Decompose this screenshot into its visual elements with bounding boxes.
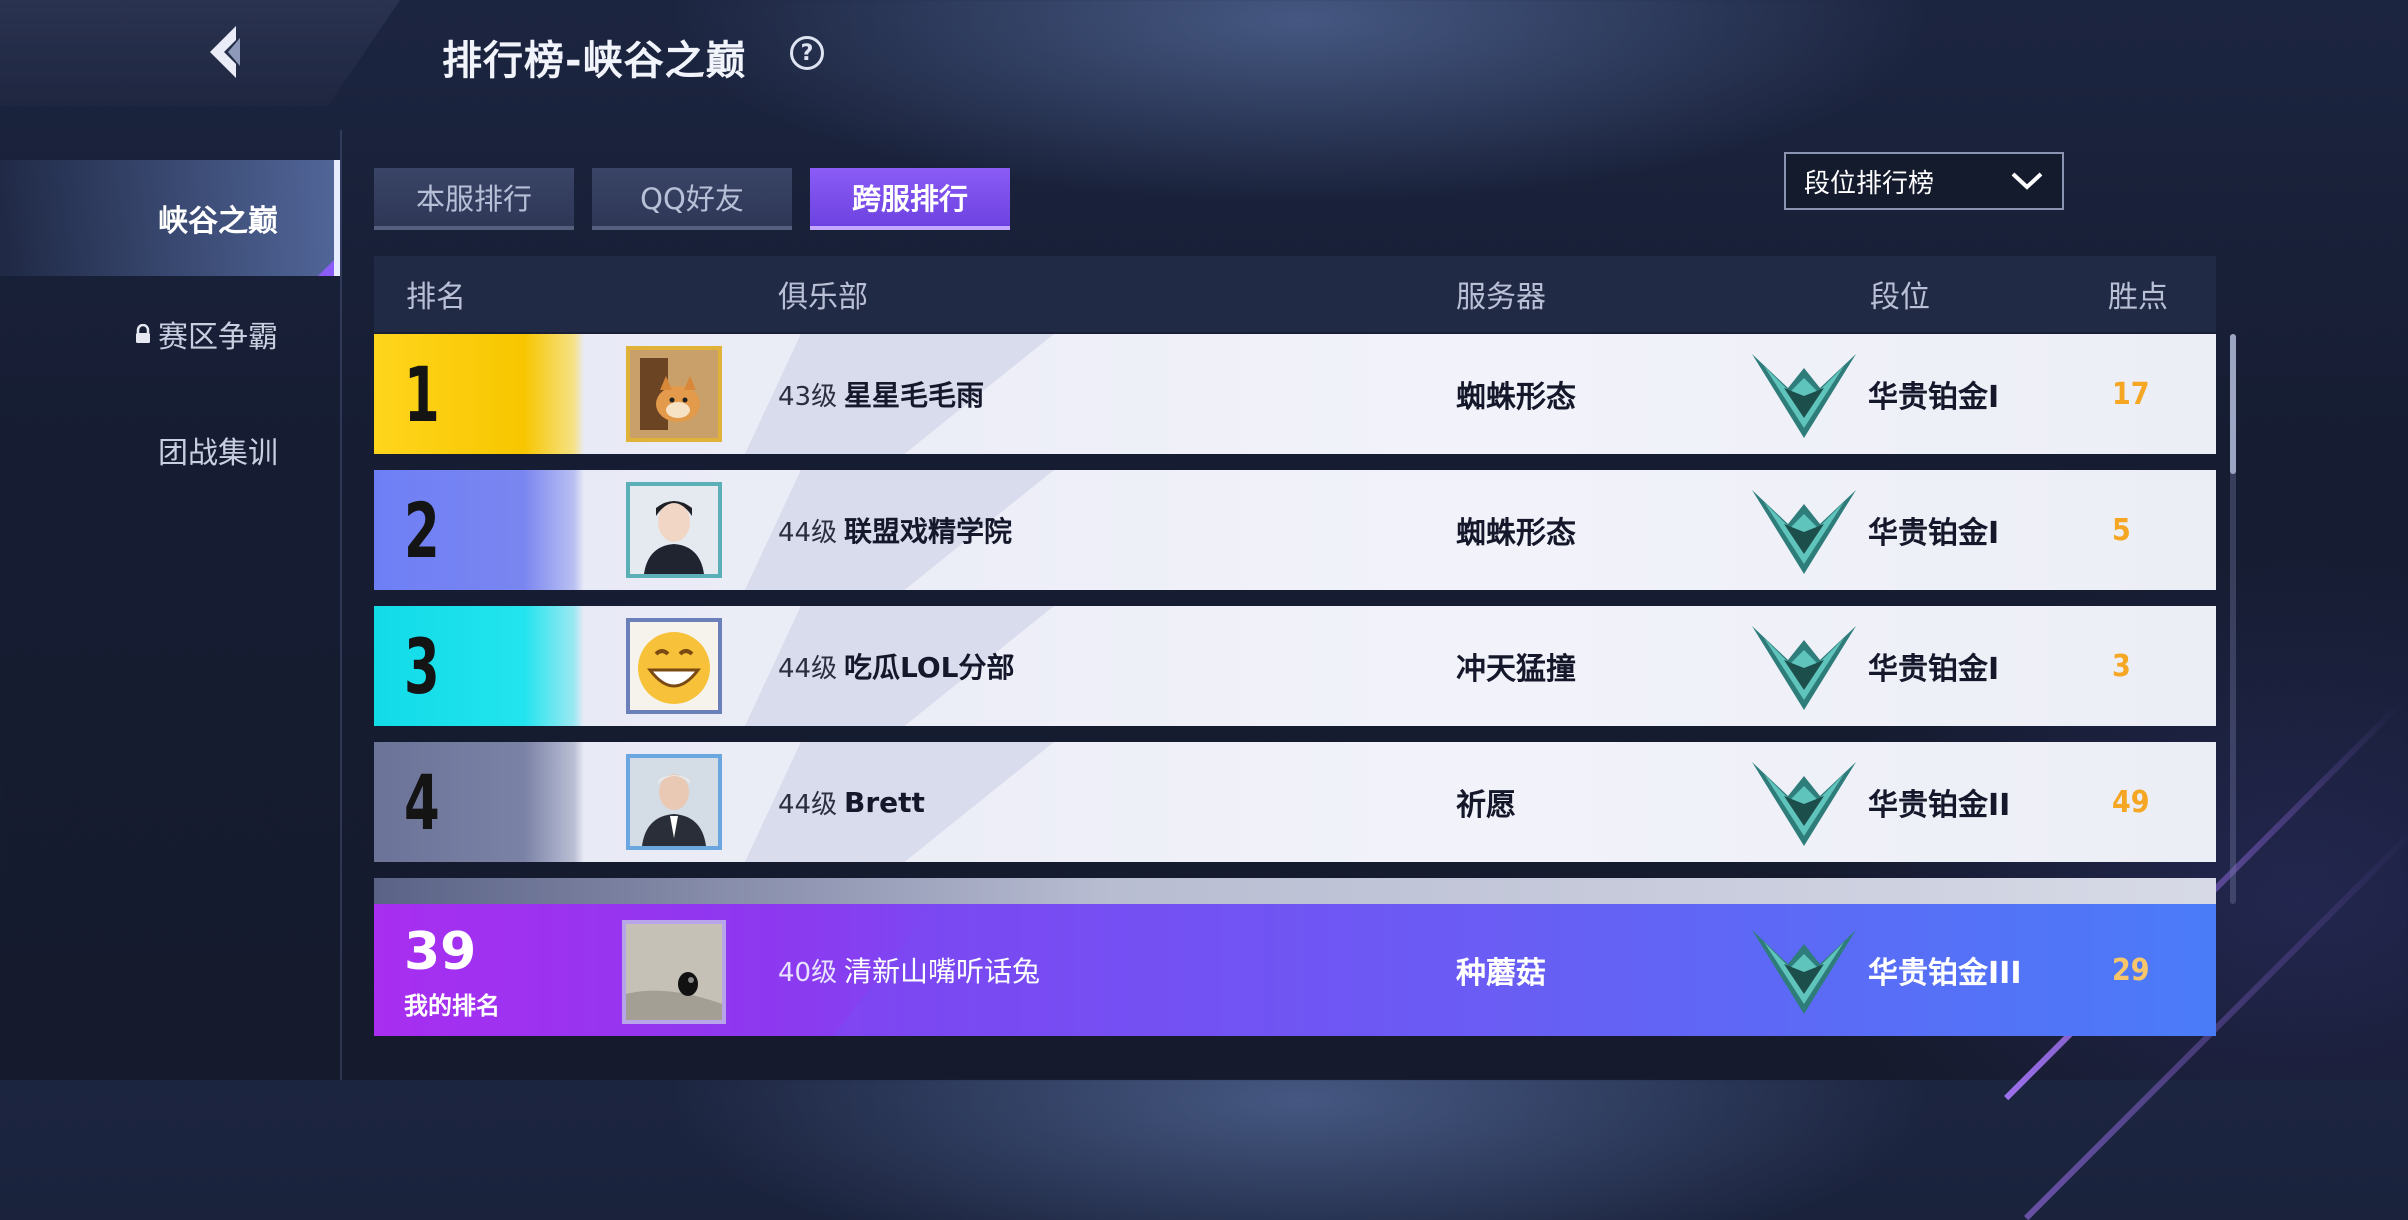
- dog-avatar-icon: [630, 350, 718, 438]
- back-button[interactable]: [196, 22, 256, 82]
- club-name: 清新山嘴听话兔: [844, 955, 1041, 988]
- club-level: 44级: [778, 789, 838, 820]
- platinum-tier-emblem-icon: [1752, 354, 1856, 438]
- header-tier: 段位: [1870, 280, 1930, 315]
- header-rank: 排名: [406, 280, 466, 315]
- tab-qq-friends[interactable]: QQ好友: [592, 168, 792, 230]
- header-server: 服务器: [1456, 280, 1546, 315]
- dropdown-selected: 段位排行榜: [1804, 168, 1935, 199]
- rank-number: 2: [404, 485, 440, 575]
- win-points: 5: [2112, 512, 2131, 548]
- club-level: 40级: [778, 957, 838, 988]
- my-rank-label: 我的排名: [404, 992, 500, 1020]
- avatar[interactable]: [626, 618, 722, 714]
- tab-server-ranking[interactable]: 本服排行: [374, 168, 574, 230]
- help-icon[interactable]: ?: [790, 36, 824, 70]
- club-level: 44级: [778, 653, 838, 684]
- server-name: 冲天猛撞: [1456, 652, 1576, 687]
- club-level: 43级: [778, 381, 838, 412]
- sidebar-item-canyon-peak[interactable]: 峡谷之巅: [0, 160, 340, 276]
- header-points: 胜点: [2108, 280, 2168, 315]
- my-rank-number: 39: [404, 922, 477, 982]
- server-name: 祈愿: [1456, 788, 1516, 823]
- sidebar-item-label: 峡谷之巅: [158, 204, 278, 239]
- chevron-down-icon: [2011, 172, 2043, 190]
- platinum-tier-emblem-icon: [1752, 762, 1856, 846]
- sidebar-item-team-training[interactable]: 团战集训: [0, 392, 340, 508]
- page-title: 排行榜-峡谷之巅: [442, 38, 747, 84]
- person-avatar-icon: [630, 486, 718, 574]
- tier-name: 华贵铂金III: [1868, 956, 2022, 991]
- server-name: 蜘蛛形态: [1456, 516, 1576, 551]
- sidebar-divider: [340, 130, 342, 1080]
- table-header: 排名 俱乐部 服务器 段位 胜点: [374, 256, 2216, 332]
- rank-number: 4: [404, 757, 440, 847]
- win-points: 29: [2112, 952, 2150, 988]
- club-name: Brett: [844, 785, 925, 819]
- table-row[interactable]: 4 44级 Brett 祈愿 华贵铂金II 49: [374, 742, 2216, 862]
- win-points: 49: [2112, 784, 2150, 820]
- club-level: 44级: [778, 517, 838, 548]
- tier-name: 华贵铂金I: [1868, 516, 2000, 551]
- avatar[interactable]: [626, 482, 722, 578]
- platinum-tier-emblem-icon: [1752, 930, 1856, 1014]
- person-avatar-icon: [630, 758, 718, 846]
- grin-emoji-avatar-icon: [630, 622, 718, 710]
- list-scrollbar-thumb[interactable]: [2230, 334, 2236, 474]
- header-club: 俱乐部: [778, 280, 868, 315]
- my-avatar-image-icon: [626, 924, 722, 1020]
- table-row-partial: [374, 878, 2216, 904]
- table-row[interactable]: 2 44级 联盟戏精学院 蜘蛛形态 华贵铂金I 5: [374, 470, 2216, 590]
- rank-number: 3: [404, 621, 440, 711]
- club-name: 星星毛毛雨: [844, 379, 985, 412]
- sidebar-item-label: 赛区争霸: [158, 320, 278, 355]
- club-name: 联盟戏精学院: [844, 515, 1013, 548]
- ranking-type-dropdown[interactable]: 段位排行榜: [1784, 152, 2064, 210]
- my-avatar[interactable]: [622, 920, 726, 1024]
- tier-name: 华贵铂金I: [1868, 652, 2000, 687]
- sidebar-item-region-battle[interactable]: 赛区争霸: [0, 276, 340, 392]
- tier-name: 华贵铂金I: [1868, 380, 2000, 415]
- platinum-tier-emblem-icon: [1752, 490, 1856, 574]
- back-arrow-icon: [210, 26, 240, 78]
- server-name: 种蘑菇: [1456, 956, 1546, 991]
- avatar[interactable]: [626, 754, 722, 850]
- ranking-tabs: 本服排行 QQ好友 跨服排行: [374, 168, 1010, 230]
- sidebar-item-label: 团战集训: [158, 436, 278, 471]
- server-name: 蜘蛛形态: [1456, 380, 1576, 415]
- table-row[interactable]: 3 44级 吃瓜LOL分部 冲天猛撞 华贵铂金I 3: [374, 606, 2216, 726]
- rank-number: 1: [404, 349, 440, 439]
- my-rank-row[interactable]: 39 我的排名 40级 清新山嘴听话兔 种蘑菇 华贵铂金III 29: [374, 904, 2216, 1036]
- club-name: 吃瓜LOL分部: [844, 651, 1015, 684]
- tier-name: 华贵铂金II: [1868, 788, 2011, 823]
- tab-cross-server-ranking[interactable]: 跨服排行: [810, 168, 1010, 230]
- avatar[interactable]: [626, 346, 722, 442]
- platinum-tier-emblem-icon: [1752, 626, 1856, 710]
- table-row[interactable]: 1 43级 星星毛毛雨 蜘蛛形态 华贵铂金I 17: [374, 334, 2216, 454]
- win-points: 3: [2112, 648, 2131, 684]
- win-points: 17: [2112, 376, 2150, 412]
- lock-icon: [136, 324, 150, 343]
- sidebar: 峡谷之巅 赛区争霸 团战集训: [0, 160, 340, 508]
